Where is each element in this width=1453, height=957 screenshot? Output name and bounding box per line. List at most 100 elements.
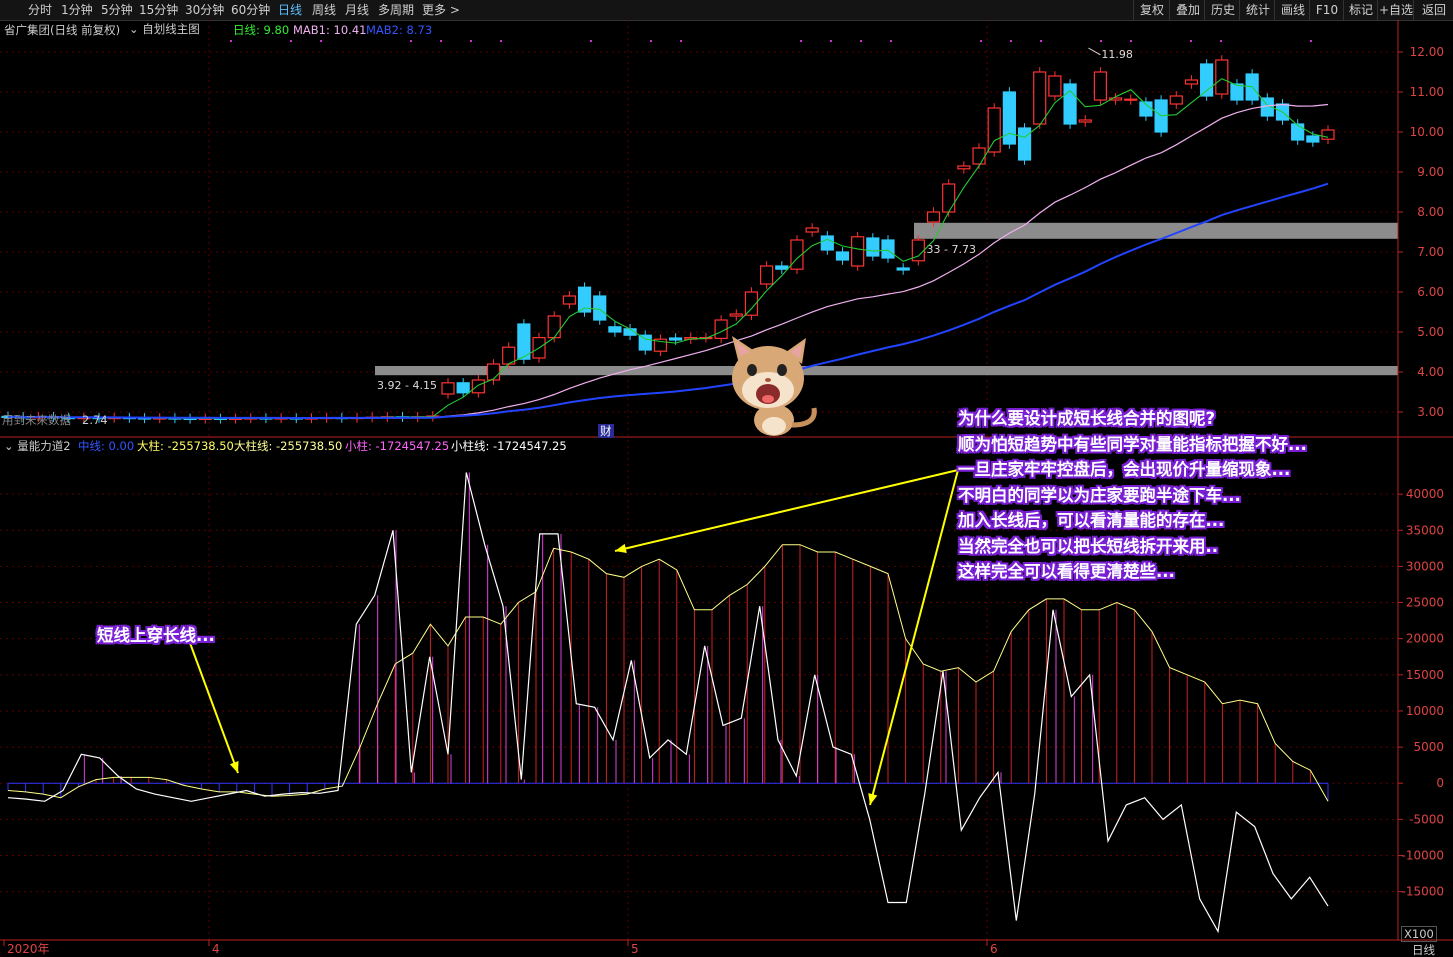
candle-body [852,237,864,266]
marker-dot [650,40,652,42]
marker-dot [1220,40,1222,42]
candle-body [973,148,985,164]
high-price-label: 11.98 [1101,48,1133,61]
future-data-note: 用到未来数据 [2,413,71,427]
marker-dot [800,40,802,42]
date-tick-label: 5 [631,942,639,956]
volume-tick-label: 15000 [1406,668,1444,682]
explanation-note: 为什么要设计成短长线合并的图呢? 顺为怕短趋势中有些同学对量能指标把握不好... 一… [958,406,1307,585]
candle-body [836,252,848,260]
marker-dot [230,40,232,42]
price-zone-band [375,366,1398,375]
marker-dot [1190,40,1192,42]
mab2-label: MAB2: 8.73 [366,23,432,37]
ma-label: 日线: 9.80 [233,23,289,37]
finance-badge[interactable]: 财 [598,424,614,438]
candle-body [1185,80,1197,84]
price-tick-label: 12.00 [1410,45,1444,59]
marker-dot [830,40,832,42]
candlestick-chart: 3.92 - 4.157.33 - 7.7311.98 [2,48,1398,424]
arrow-to-crossover-head [230,761,239,773]
marker-dot [320,40,322,42]
candle-body [730,314,742,316]
candle-body [1307,136,1319,142]
candle-body [670,338,682,340]
candle-body [548,316,560,338]
arrow-to-longline-head [615,544,627,553]
candle-body [609,327,621,332]
candle-body [958,166,970,169]
candle-body [943,184,955,212]
marker-dot [440,40,442,42]
candle-body [1322,130,1334,139]
mid-line-label: 中线: 0.00 [78,439,134,453]
candle-body [639,335,651,350]
price-tick-label: 6.00 [1417,285,1444,299]
crossover-note: 短线上穿长线... [97,623,215,648]
candle-body [563,296,575,304]
explanation-line: 当然完全也可以把长短线拆开来用.. [958,534,1307,560]
marker-dot [1310,40,1312,42]
marker-dot [860,40,862,42]
price-tick-label: 8.00 [1417,205,1444,219]
candle-body [1125,99,1137,100]
marker-dot [500,40,502,42]
price-zone-band [914,223,1398,239]
marker-dot [410,40,412,42]
explanation-line: 加入长线后，可以看清量能的存在... [958,508,1307,534]
candle-body [1094,72,1106,100]
formula-name: 自划线主图 [142,22,200,36]
price-tick-label: 10.00 [1410,125,1444,139]
explanation-line: 为什么要设计成短长线合并的图呢? [958,406,1307,432]
explanation-line: 顺为怕短趋势中有些同学对量能指标把握不好... [958,432,1307,458]
marker-dot [890,40,892,42]
marker-dot [470,40,472,42]
candle-body [928,212,940,222]
marker-dot [980,40,982,42]
candle-body [1003,92,1015,144]
arrow-to-crossover [190,643,238,773]
candle-body [761,266,773,284]
big-bar-label: 大柱: -255738.50 [137,439,234,453]
date-tick-label: 4 [212,942,220,956]
volume-tick-label: 5000 [1413,740,1444,754]
volume-tick-label: 10000 [1406,704,1444,718]
marker-dot [1040,40,1042,42]
price-tick-label: 11.00 [1410,85,1444,99]
marker-dot [290,40,292,42]
candle-body [806,228,818,232]
axis-unit: X100 [1401,926,1437,942]
volume-tick-label: -15000 [1401,885,1444,899]
price-tick-label: 5.00 [1417,325,1444,339]
high-pointer [1088,48,1100,55]
marker-dot [680,40,682,42]
volume-tick-label: 0 [1436,776,1444,790]
candle-body [1034,72,1046,124]
cat-mascot-icon [722,330,822,440]
stock-title: 省广集团(日线 前复权) [4,23,120,37]
candle-body [1170,96,1182,104]
mab1-label: MAB1: 10.41 [293,23,366,37]
marker-dot [1010,40,1012,42]
period-footer: 日线 [1412,943,1435,957]
candle-body [867,238,879,256]
candle-body [882,240,894,258]
candle-body [457,383,469,393]
volume-tick-label: 25000 [1406,596,1444,610]
small-bar-line-label: 小柱线: -1724547.25 [451,439,567,453]
volume-tick-label: 30000 [1406,559,1444,573]
candle-body [821,236,833,250]
formula-dropdown[interactable]: ⌄ 自划线主图 [129,22,200,36]
candle-body [488,364,500,380]
date-tick-label: 2020年 [7,942,50,956]
explanation-line: 不明白的同学以为庄家要跑半途下车... [958,483,1307,509]
price-tick-label: 4.00 [1417,365,1444,379]
candle-body [1019,128,1031,160]
candle-body [1216,60,1228,94]
indicator-dropdown[interactable]: ⌄ 量能力道2 [4,439,71,453]
explanation-line: 这样完全可以看得更清楚些... [958,559,1307,585]
volume-tick-label: 40000 [1406,487,1444,501]
arrow-to-negative [870,470,958,805]
date-tick-label: 6 [990,942,998,956]
volume-tick-label: -5000 [1409,812,1444,826]
